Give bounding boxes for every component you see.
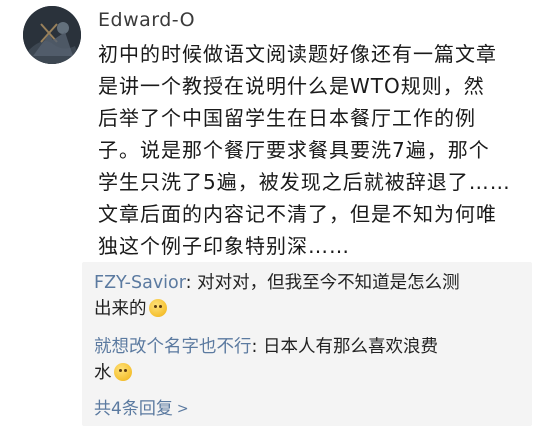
reply-text: 日本人有那么喜欢浪费 <box>262 337 438 357</box>
reply-text: 水 <box>94 363 112 383</box>
reply-item[interactable]: 就想改个名字也不行: 日本人有那么喜欢浪费 水 <box>94 334 524 386</box>
thinking-emoji-icon <box>113 363 132 381</box>
comment-line: 初中的时候做语文阅读题好像还有一篇文章 <box>98 42 497 66</box>
comment-text: 初中的时候做语文阅读题好像还有一篇文章 是讲一个教授在说明什么是WTO规则，然 … <box>98 38 528 262</box>
more-replies-link[interactable]: 共4条回复 > <box>94 394 189 419</box>
reply-separator: : <box>251 337 263 357</box>
chevron-right-icon: > <box>176 401 189 417</box>
reply-username[interactable]: 就想改个名字也不行 <box>94 337 252 357</box>
reply-text: 出来的 <box>94 299 147 319</box>
comment-username[interactable]: Edward-O <box>98 9 195 31</box>
user-avatar-image <box>23 6 81 64</box>
comment-line: 是讲一个教授在说明什么是WTO规则，然 <box>98 74 485 98</box>
reply-text: 对对对，但我至今不知道是怎么测 <box>197 273 460 293</box>
comment-line: 文章后面的内容记不清了，但是不知为何唯 <box>98 202 497 226</box>
comment-line: 子。说是那个餐厅要求餐具要洗7遍，那个 <box>98 138 490 162</box>
reply-separator: : <box>185 273 198 293</box>
comment-line: 学生只洗了5遍，被发现之后就被辞退了…… <box>98 170 511 194</box>
reply-item[interactable]: FZY-Savior: 对对对，但我至今不知道是怎么测 出来的 <box>94 270 524 322</box>
replies-panel: FZY-Savior: 对对对，但我至今不知道是怎么测 出来的 就想改个名字也不… <box>82 262 532 426</box>
comment-card: Edward-O 初中的时候做语文阅读题好像还有一篇文章 是讲一个教授在说明什么… <box>0 0 550 436</box>
laughing-emoji-icon <box>148 299 167 317</box>
avatar[interactable] <box>23 6 81 64</box>
comment-line: 独这个例子印象特别深…… <box>98 234 350 258</box>
reply-username[interactable]: FZY-Savior <box>94 273 186 293</box>
comment-line: 后举了个中国留学生在日本餐厅工作的例 <box>98 106 476 130</box>
more-replies-label: 共4条回复 <box>94 399 173 419</box>
